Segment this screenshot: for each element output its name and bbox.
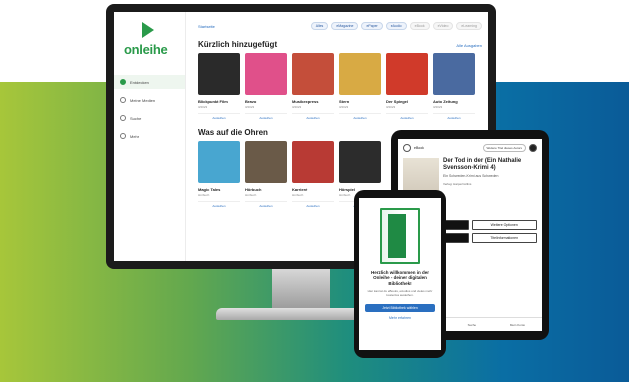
sidebar-item-label: Suche <box>130 115 142 121</box>
media-title: Stern <box>339 99 350 104</box>
more-icon <box>120 133 126 139</box>
media-subtitle: 3/2023 <box>198 105 208 109</box>
door-icon <box>388 214 406 258</box>
media-subtitle: 3/2023 <box>292 105 302 109</box>
media-cover[interactable] <box>292 53 334 95</box>
borrow-link[interactable]: Ausleihen <box>245 113 287 120</box>
media-subtitle: 3/2023 <box>386 105 396 109</box>
topbar: Startseite Alles eMagazine ePaper eAudio… <box>198 20 482 32</box>
app-logo-text: onleihe <box>124 42 168 57</box>
media-card[interactable]: Hörbuch Hörbuch Ausleihen <box>245 141 287 208</box>
media-card[interactable]: Auto Zeitung 3/2023 Ausleihen <box>433 53 475 120</box>
media-subtitle: 3/2023 <box>245 105 255 109</box>
nav-account[interactable]: Mein Konto <box>510 323 525 327</box>
media-card[interactable]: Der Spiegel 3/2023 Ausleihen <box>386 53 428 120</box>
filter-chip[interactable]: eLearning <box>456 22 482 30</box>
filter-chip[interactable]: eBook <box>409 22 430 30</box>
sidebar-item-suche[interactable]: Suche <box>114 111 185 125</box>
book-subtitle: Ein Schweden-Krimi aus Schweden <box>443 173 499 178</box>
borrow-link[interactable]: Ausleihen <box>292 113 334 120</box>
phone-screen: Herzlich willkommen in der Onleihe - dei… <box>359 198 441 350</box>
borrow-link[interactable]: Ausleihen <box>386 113 428 120</box>
filter-chip[interactable]: eAudio <box>385 22 407 30</box>
media-subtitle: Hörbuch <box>292 193 304 197</box>
media-subtitle: Hörbuch <box>198 193 210 197</box>
back-link[interactable]: Startseite <box>198 24 215 29</box>
sidebar-nav: Entdecken Meine Medien Suche Mehr <box>114 75 185 143</box>
borrow-link[interactable]: Ausleihen <box>198 201 240 208</box>
section-title: Kürzlich hinzugefügt <box>198 40 278 49</box>
back-icon[interactable] <box>403 144 411 152</box>
media-subtitle: 3/2023 <box>339 105 349 109</box>
media-cover[interactable] <box>433 53 475 95</box>
sidebar-item-label: Entdecken <box>130 79 149 85</box>
media-subtitle: 3/2023 <box>433 105 443 109</box>
author-titles-button[interactable]: Weitere Titel dieses Autors <box>482 144 526 152</box>
filter-chip[interactable]: ePaper <box>361 22 383 30</box>
borrow-link[interactable]: Ausleihen <box>339 113 381 120</box>
more-options-button[interactable]: Weitere Optionen <box>471 220 537 230</box>
media-subtitle: Hörbuch <box>245 193 257 197</box>
media-title: Auto Zeitung <box>433 99 458 104</box>
borrow-link[interactable]: Ausleihen <box>292 201 334 208</box>
filter-chip[interactable]: Alles <box>310 22 329 30</box>
media-card[interactable]: Musikexpress 3/2023 Ausleihen <box>292 53 334 120</box>
welcome-title: Herzlich willkommen in der Onleihe - dei… <box>370 270 429 286</box>
choose-library-button[interactable]: Jetzt Bibliothek wählen <box>365 303 435 312</box>
title-info-button[interactable]: Titelinformationen <box>471 233 537 243</box>
welcome-door-illustration <box>380 208 420 264</box>
media-card[interactable]: Stern 3/2023 Ausleihen <box>339 53 381 120</box>
sidebar-item-label: Mehr <box>130 133 140 139</box>
media-title: Magic Tales <box>198 187 221 192</box>
media-title: Blickpunkt Film <box>198 99 228 104</box>
book-meta: Verlag: HarperCollins <box>443 181 472 186</box>
media-card[interactable]: Blickpunkt Film 3/2023 Ausleihen <box>198 53 240 120</box>
media-title: Karrieré <box>292 187 308 192</box>
book-title: Der Tod in der (Ein Nathalie Svensson-Kr… <box>443 158 522 171</box>
compass-icon <box>120 79 126 85</box>
media-cover[interactable] <box>339 141 381 183</box>
see-all-link[interactable]: Alle Ausgaben <box>456 43 482 48</box>
media-type-label: eBook <box>414 146 424 150</box>
media-cover[interactable] <box>245 141 287 183</box>
media-title: Hörbuch <box>245 187 262 192</box>
onleihe-logo-icon <box>142 22 154 38</box>
media-title: Bravo <box>245 99 257 104</box>
media-cover[interactable] <box>339 53 381 95</box>
library-icon <box>120 97 126 103</box>
phone-device: Herzlich willkommen in der Onleihe - dei… <box>354 190 446 358</box>
filter-chip[interactable]: eMagazine <box>331 22 359 30</box>
close-icon[interactable] <box>529 144 537 152</box>
media-cover[interactable] <box>198 53 240 95</box>
media-cover[interactable] <box>386 53 428 95</box>
welcome-text: Hier kannst du eBooks, eAudios und viele… <box>367 289 433 298</box>
media-title: Musikexpress <box>292 99 319 104</box>
sidebar-item-entdecken[interactable]: Entdecken <box>114 75 185 89</box>
section-title: Was auf die Ohren <box>198 128 268 137</box>
borrow-link[interactable]: Ausleihen <box>433 113 475 120</box>
search-icon <box>120 115 126 121</box>
sidebar-item-mehr[interactable]: Mehr <box>114 129 185 143</box>
media-title: Der Spiegel <box>386 99 409 104</box>
media-card[interactable]: Karrieré Hörbuch Ausleihen <box>292 141 334 208</box>
media-card[interactable]: Bravo 3/2023 Ausleihen <box>245 53 287 120</box>
filter-chip[interactable]: eVideo <box>432 22 454 30</box>
media-card[interactable]: Magic Tales Hörbuch Ausleihen <box>198 141 240 208</box>
learn-more-link[interactable]: Mehr erfahren <box>365 316 435 320</box>
media-filter-chips: Alles eMagazine ePaper eAudio eBook eVid… <box>310 22 482 30</box>
borrow-link[interactable]: Ausleihen <box>198 113 240 120</box>
media-cover[interactable] <box>245 53 287 95</box>
borrow-link[interactable]: Ausleihen <box>245 201 287 208</box>
tablet-header: eBook Weitere Titel dieses Autors <box>403 144 537 152</box>
nav-search[interactable]: Suche <box>468 323 477 327</box>
section-header-recent: Kürzlich hinzugefügt Alle Ausgaben <box>198 40 482 49</box>
sidebar-item-label: Meine Medien <box>130 97 156 103</box>
media-cover[interactable] <box>292 141 334 183</box>
sidebar-item-meine-medien[interactable]: Meine Medien <box>114 93 185 107</box>
monitor-stand-neck <box>272 268 330 310</box>
media-cover[interactable] <box>198 141 240 183</box>
recent-media-row: Blickpunkt Film 3/2023 Ausleihen Bravo 3/202… <box>198 53 482 120</box>
sidebar: onleihe Entdecken Meine Medien Suche Meh… <box>114 12 186 261</box>
